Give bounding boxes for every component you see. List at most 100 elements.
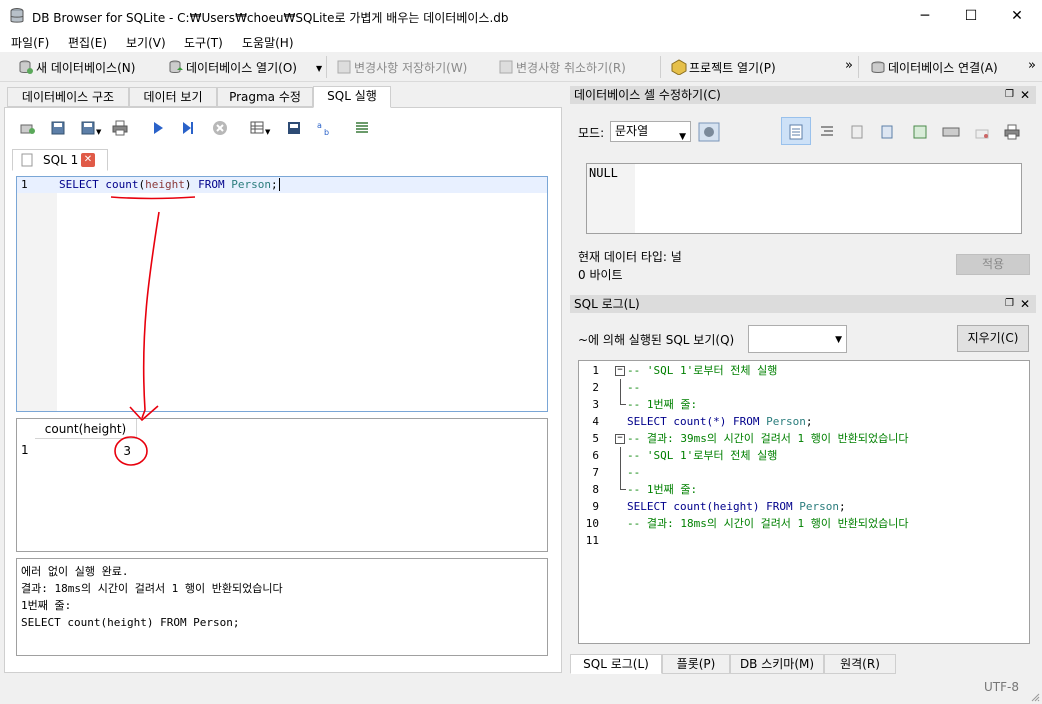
apply-button[interactable]: 적용 (956, 254, 1030, 275)
close-dock-icon[interactable]: ✕ (1020, 295, 1030, 313)
sql-code-line: SELECT count(height) FROM Person; (59, 178, 280, 191)
minimize-button[interactable]: ─ (902, 0, 948, 32)
toolbar-overflow-icon[interactable]: » (845, 58, 853, 73)
save-results-dropdown-icon[interactable]: ▼ (265, 128, 270, 136)
menu-edit[interactable]: 편집(E) (68, 34, 107, 51)
log-line-number: 1 (592, 364, 599, 377)
clear-log-button[interactable]: 지우기(C) (957, 325, 1029, 352)
close-dock-icon[interactable]: ✕ (1020, 86, 1030, 104)
results-grid[interactable]: count(height) 1 3 (16, 418, 548, 552)
menu-file[interactable]: 파일(F) (11, 34, 49, 51)
save-dropdown-icon[interactable]: ▼ (96, 128, 101, 136)
revert-changes-button[interactable]: 변경사항 취소하기(R) (498, 57, 626, 77)
submitted-by-label: ~에 의해 실행된 SQL 보기(Q) (578, 333, 735, 347)
toolbar-overflow-icon[interactable]: » (1028, 58, 1036, 73)
print-icon[interactable] (112, 120, 128, 136)
tab-edit-pragmas[interactable]: Pragma 수정 (217, 87, 313, 107)
float-dock-icon[interactable]: ❐ (1005, 86, 1014, 104)
submitted-by-select[interactable]: ▼ (748, 325, 847, 353)
close-button[interactable]: ✕ (994, 0, 1040, 32)
log-line: 10 -- 결과: 18ms의 시간이 걸려서 1 행이 반환되었습니다 (579, 515, 1029, 532)
mode-select[interactable]: 문자열 ▼ (610, 121, 691, 142)
open-tab-icon[interactable] (20, 120, 36, 136)
tab-db-schema[interactable]: DB 스키마(M) (730, 654, 824, 674)
log-line: 3 -- 1번째 줄: (579, 396, 1029, 413)
word-wrap-icon[interactable] (820, 124, 834, 138)
write-changes-button[interactable]: 변경사항 저장하기(W) (336, 57, 467, 77)
import-file-icon[interactable] (850, 124, 866, 140)
fold-guide (620, 379, 626, 396)
text-cursor (278, 178, 280, 191)
log-line-number: 6 (592, 449, 599, 462)
tab-plot[interactable]: 플롯(P) (662, 654, 730, 674)
column-header[interactable]: count(height) (35, 419, 137, 439)
log-line: 11 (579, 532, 1029, 549)
open-in-editor-icon[interactable] (942, 124, 960, 140)
title-bar: DB Browser for SQLite - C:₩Users₩choeu₩S… (0, 0, 1042, 32)
log-line-number: 7 (592, 466, 599, 479)
sql-editor[interactable]: 1 SELECT count(height) FROM Person; (16, 176, 548, 412)
sql-semicolon: ; (271, 178, 278, 191)
save-results-icon[interactable] (250, 120, 266, 136)
mode-label: 모드: (578, 126, 605, 140)
auto-switch-mode-icon[interactable] (698, 122, 720, 142)
open-sql-file-icon[interactable] (50, 120, 66, 136)
cell-editor[interactable]: NULL (586, 163, 1022, 234)
menu-tools[interactable]: 도구(T) (184, 34, 223, 51)
export-file-icon[interactable] (880, 124, 896, 140)
tab-browse-data[interactable]: 데이터 보기 (129, 87, 217, 107)
tab-sql-log[interactable]: SQL 로그(L) (570, 654, 662, 674)
menu-help[interactable]: 도움말(H) (242, 34, 294, 51)
close-tab-icon[interactable]: ✕ (81, 153, 95, 167)
menu-view[interactable]: 보기(V) (126, 34, 166, 51)
open-project-label: 프로젝트 열기(P) (689, 60, 776, 75)
open-database-button[interactable]: 데이터베이스 열기(O) (168, 57, 297, 77)
find-replace-icon[interactable]: ab (316, 120, 332, 136)
save-sql-file-icon[interactable] (80, 120, 96, 136)
attach-database-button[interactable]: 데이터베이스 연결(A) (870, 57, 998, 77)
tab-execute-sql[interactable]: SQL 실행 (313, 86, 391, 108)
log-comment: -- 결과: 39ms의 시간이 걸려서 1 행이 반환되었습니다 (627, 432, 909, 445)
print-cell-icon[interactable] (1004, 124, 1020, 140)
set-null-icon[interactable] (912, 124, 928, 140)
resize-grip-icon[interactable] (1030, 692, 1040, 702)
execute-all-icon[interactable] (150, 120, 166, 136)
data-size-label: 0 바이트 (578, 268, 623, 282)
data-type-label: 현재 데이터 타입: 널 (578, 250, 682, 264)
sql-paren: ) (184, 178, 192, 191)
log-line: 5 − -- 결과: 39ms의 시간이 걸려서 1 행이 반환되었습니다 (579, 430, 1029, 447)
attach-database-label: 데이터베이스 연결(A) (888, 60, 998, 75)
comment-block-icon[interactable] (354, 120, 370, 136)
sql-log-view[interactable]: 1− -- 'SQL 1'로부터 전체 실행 2 -- 3 -- 1번째 줄: 4 SELEC… (578, 360, 1030, 644)
toolbar-separator (326, 56, 327, 78)
new-database-button[interactable]: 새 데이터베이스(N) (18, 57, 135, 77)
float-dock-icon[interactable]: ❐ (1005, 295, 1014, 313)
evaluate-icon[interactable] (974, 124, 990, 140)
window-title: DB Browser for SQLite - C:₩Users₩choeu₩S… (32, 11, 509, 25)
result-cell[interactable]: 3 (35, 440, 137, 462)
tab-remote[interactable]: 원격(R) (824, 654, 896, 674)
open-project-button[interactable]: 프로젝트 열기(P) (671, 57, 776, 77)
row-header[interactable]: 1 (21, 443, 29, 457)
chevron-down-icon: ▼ (835, 335, 842, 345)
maximize-button[interactable]: ☐ (948, 0, 994, 32)
log-line-number: 3 (592, 398, 599, 411)
find-text-icon[interactable] (286, 120, 302, 136)
log-line: 1 − -- 'SQL 1'로부터 전체 실행 (579, 362, 1029, 379)
fold-toggle-icon[interactable]: − (615, 366, 625, 376)
tab-sql-1[interactable]: SQL 1 ✕ (12, 149, 108, 171)
stop-execution-icon[interactable] (212, 120, 228, 136)
open-database-dropdown-icon[interactable]: ▼ (316, 64, 322, 73)
fold-guide (620, 396, 626, 405)
tab-database-structure[interactable]: 데이터베이스 구조 (7, 87, 129, 107)
log-sql-statement: SELECT count(height) FROM Person; (627, 500, 846, 513)
new-database-label: 새 데이터베이스(N) (36, 60, 136, 75)
document-icon (789, 124, 803, 140)
svg-text:b: b (324, 128, 329, 136)
fold-toggle-icon[interactable]: − (615, 434, 625, 444)
open-project-icon (671, 59, 687, 75)
fold-guide (620, 447, 626, 464)
execute-current-line-icon[interactable] (180, 120, 196, 136)
log-comment: -- 결과: 18ms의 시간이 걸려서 1 행이 반환되었습니다 (627, 517, 909, 530)
cell-value: NULL (589, 166, 618, 180)
